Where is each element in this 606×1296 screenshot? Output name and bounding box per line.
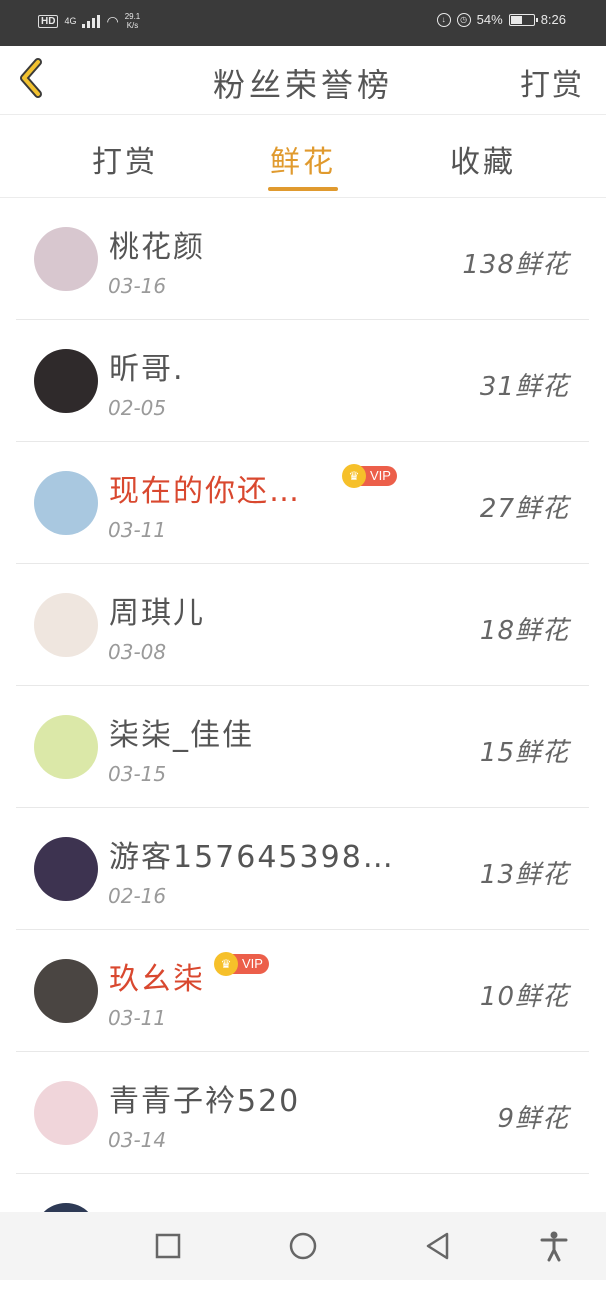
fan-name: 现在的你还…	[109, 474, 301, 509]
active-tab-indicator	[268, 187, 338, 191]
list-item[interactable]: 游客157645398… 02-16 13鲜花	[16, 808, 589, 930]
page-title: 粉丝荣誉榜	[212, 66, 393, 104]
fan-name: 游客157645398…	[109, 840, 395, 875]
flower-count: 9鲜花	[497, 1104, 569, 1134]
tab-reward[interactable]: 打赏	[92, 137, 158, 181]
square-icon	[155, 1233, 181, 1259]
status-bar: HD 4G ◠ 29.1 K/s ↓ ◷ 54% 8:26	[0, 0, 606, 46]
fan-date: 03-08	[108, 640, 167, 664]
avatar[interactable]	[34, 227, 98, 291]
tab-bar: 打赏 鲜花 收藏	[0, 115, 606, 198]
speed-value: 29.1	[124, 12, 141, 21]
avatar[interactable]	[34, 715, 98, 779]
circle-home-icon	[289, 1232, 317, 1260]
battery-icon	[508, 13, 538, 26]
list-item[interactable]: 玖幺柒 ♛ VIP 03-11 10鲜花	[16, 930, 589, 1052]
fan-date: 03-16	[108, 274, 167, 298]
crown-icon: ♛	[342, 464, 366, 488]
reward-button[interactable]: 打赏	[520, 60, 584, 104]
battery-percent: 54%	[476, 12, 503, 27]
flower-count: 10鲜花	[479, 982, 569, 1012]
fan-name: 桃花颜	[109, 230, 205, 265]
data-saver-icon: ↓	[436, 12, 451, 27]
fan-name: 青青子衿520	[109, 1084, 301, 1119]
fan-name: 昕哥.	[109, 352, 185, 387]
list-item[interactable]: 柒柒_佳佳 03-15 15鲜花	[16, 686, 589, 808]
tab-favorites[interactable]: 收藏	[450, 137, 516, 181]
flower-count: 15鲜花	[479, 738, 569, 768]
avatar[interactable]	[34, 1081, 98, 1145]
triangle-back-icon	[426, 1232, 449, 1260]
vip-badge: ♛ VIP	[214, 952, 269, 976]
fan-name: 周琪儿	[109, 596, 205, 631]
accessibility-icon	[540, 1231, 568, 1262]
speed-unit: K/s	[126, 21, 139, 30]
vip-badge: ♛ VIP	[342, 464, 397, 488]
network-speed: 29.1 K/s	[125, 12, 141, 30]
fan-name: 玖幺柒	[109, 962, 205, 997]
accessibility-button[interactable]	[538, 1230, 570, 1262]
avatar[interactable]	[34, 959, 98, 1023]
status-right: ↓ ◷ 54% 8:26	[436, 12, 566, 27]
hd-badge: HD	[38, 14, 59, 28]
recent-apps-button[interactable]	[152, 1230, 184, 1262]
avatar[interactable]	[34, 837, 98, 901]
status-left: HD 4G ◠ 29.1 K/s	[38, 12, 140, 30]
avatar[interactable]	[34, 593, 98, 657]
flower-count: 13鲜花	[479, 860, 569, 890]
fan-date: 03-11	[108, 1006, 167, 1030]
fan-date: 03-14	[108, 1128, 167, 1152]
list-item[interactable]: 现在的你还… ♛ VIP 03-11 27鲜花	[16, 442, 589, 564]
flower-count: 27鲜花	[479, 494, 569, 524]
flower-count: 18鲜花	[479, 616, 569, 646]
list-item[interactable]: 桃花颜 03-16 138鲜花	[16, 198, 589, 320]
list-item[interactable]: 周琪儿 03-08 18鲜花	[16, 564, 589, 686]
top-navbar: 粉丝荣誉榜 打赏	[0, 46, 606, 115]
crown-icon: ♛	[214, 952, 238, 976]
avatar[interactable]	[34, 349, 98, 413]
system-nav-bar	[0, 1212, 606, 1280]
fan-date: 03-11	[108, 518, 167, 542]
network-type: 4G	[64, 16, 77, 26]
back-nav-button[interactable]	[422, 1230, 454, 1262]
fan-date: 02-05	[108, 396, 167, 420]
clock: 8:26	[540, 12, 566, 27]
alarm-icon: ◷	[456, 12, 471, 27]
list-item[interactable]: 青青子衿520 03-14 9鲜花	[16, 1052, 589, 1174]
list-item[interactable]: 昕哥. 02-05 31鲜花	[16, 320, 589, 442]
fan-date: 03-15	[108, 762, 167, 786]
battery-fill	[510, 15, 522, 24]
tab-flowers[interactable]: 鲜花	[270, 137, 336, 181]
avatar[interactable]	[34, 471, 98, 535]
wifi-icon: ◠	[106, 12, 119, 29]
fan-list: 桃花颜 03-16 138鲜花 昕哥. 02-05 31鲜花 现在的你还… ♛ V…	[16, 198, 589, 1296]
fan-date: 02-16	[108, 884, 167, 908]
signal-icon	[82, 14, 101, 28]
flower-count: 31鲜花	[479, 372, 569, 402]
flower-count: 138鲜花	[462, 250, 569, 280]
home-button[interactable]	[287, 1230, 319, 1262]
fan-name: 柒柒_佳佳	[109, 718, 254, 753]
